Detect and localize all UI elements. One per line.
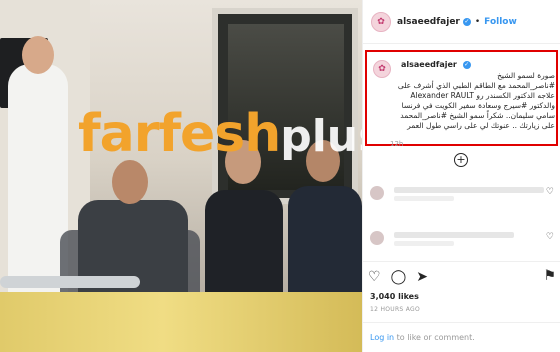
caption-line-5: سامي سليمان.. شكراً سمو الشيخ #ناصر_المح… — [400, 111, 555, 120]
post-timestamp: 12 HOURS AGO — [370, 306, 421, 313]
caption-verified-badge-icon: ✓ — [462, 60, 471, 69]
heart-icon[interactable]: ♡ — [368, 270, 381, 284]
caption-line-1: صورة لسمو الشيخ — [497, 71, 555, 80]
follow-button[interactable]: Follow — [484, 17, 517, 27]
login-prompt-rest: to like or comment. — [394, 333, 475, 342]
photo-bed — [0, 292, 362, 352]
caption-username[interactable]: alsaeedfajer ✓ — [401, 60, 471, 69]
login-prompt: Log in to like or comment. — [370, 333, 475, 342]
caption-time: 12h — [390, 140, 404, 148]
divider — [362, 261, 560, 262]
watermark-part2: plus.com — [280, 111, 362, 162]
post-header: ✿ alsaeedfajer ✓ • Follow — [363, 0, 560, 44]
verified-badge-icon: ✓ — [462, 17, 471, 26]
comment-text-blurred — [394, 232, 514, 238]
caption-text: صورة لسمو الشيخ #ناصر_المحمد مع الطاقم ا… — [397, 71, 555, 131]
comment-text-blurred — [394, 187, 544, 193]
post-photo[interactable]: farfesh plus.com — [0, 0, 362, 352]
comment-heart-icon[interactable]: ♡ — [546, 232, 554, 242]
watermark-part1: farfesh — [78, 104, 281, 164]
instagram-post: farfesh plus.com ✿ alsaeedfajer ✓ • Foll… — [0, 0, 560, 352]
caption-line-2: #ناصر_المحمد مع الطاقم الطبي الذي أشرف ع… — [397, 81, 555, 90]
avatar[interactable]: ✿ — [371, 11, 391, 32]
caption-highlight-box: ✿ alsaeedfajer ✓ صورة لسمو الشيخ #ناصر_ا… — [365, 50, 558, 146]
bookmark-icon[interactable]: ⚑ — [543, 268, 556, 284]
comment-avatar[interactable] — [370, 186, 384, 200]
avatar-glyph-icon: ✿ — [377, 16, 385, 27]
comment-item: ♡ — [368, 183, 558, 205]
comment-meta-blurred — [394, 241, 454, 246]
login-link[interactable]: Log in — [370, 333, 394, 342]
caption-username-text[interactable]: alsaeedfajer — [401, 60, 457, 69]
plus-circle-icon[interactable]: + — [454, 153, 468, 167]
watermark-logo: farfesh plus.com — [78, 104, 362, 164]
comment-heart-icon[interactable]: ♡ — [546, 187, 554, 197]
comment-avatar[interactable] — [370, 231, 384, 245]
comment-item: ♡ — [368, 228, 558, 250]
photo-bed-rail — [0, 276, 140, 288]
caption-line-4: والدكتور #سيرج وسعادة سفير الكويت في فرن… — [401, 101, 555, 110]
header-username[interactable]: alsaeedfajer — [397, 17, 460, 27]
caption-avatar-glyph-icon: ✿ — [378, 64, 386, 74]
caption-line-6: على زيارتك .. عنوتك لي على راسي طول العم… — [407, 121, 555, 130]
action-bar: ♡ ◯ ➤ ⚑ — [368, 268, 558, 286]
likes-count[interactable]: 3,040 likes — [370, 292, 419, 301]
caption-avatar[interactable]: ✿ — [373, 60, 391, 78]
comment-icon[interactable]: ◯ — [391, 270, 407, 284]
caption-line-3: علاجه الدكتور الكسندر رو Alexander RAULT — [410, 91, 555, 100]
header-separator: • — [474, 16, 481, 27]
share-icon[interactable]: ➤ — [416, 270, 428, 284]
comment-meta-blurred — [394, 196, 454, 201]
divider — [362, 322, 560, 323]
